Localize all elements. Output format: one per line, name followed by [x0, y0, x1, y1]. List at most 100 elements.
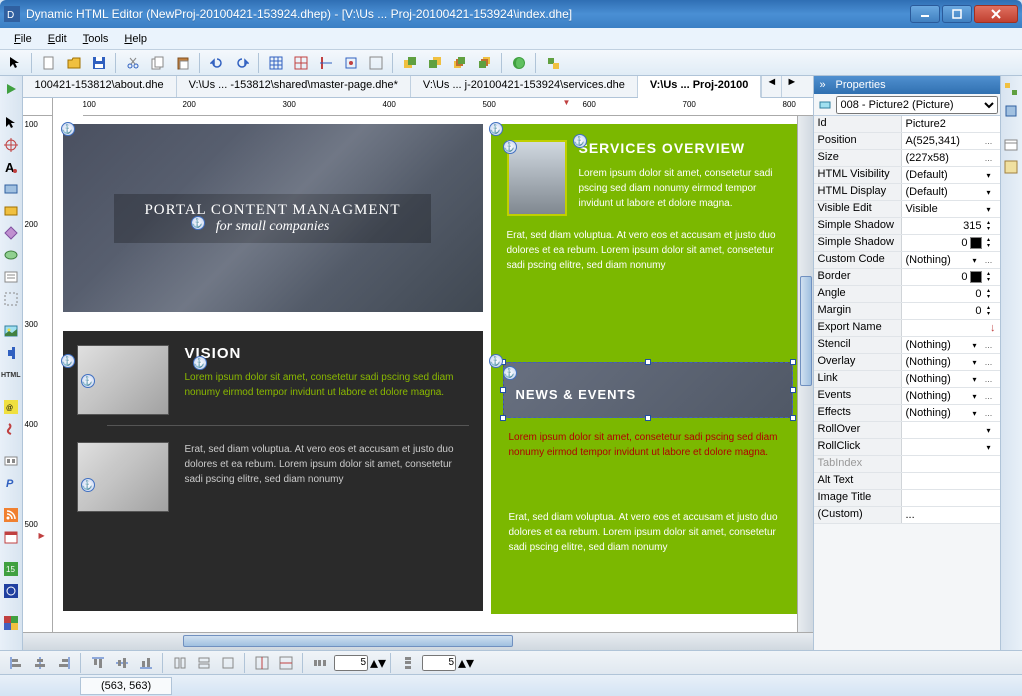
property-value[interactable]: (Nothing)▾...: [902, 354, 1000, 370]
property-value[interactable]: 0▴▾: [902, 235, 1000, 251]
calendar-tool[interactable]: [2, 528, 20, 546]
pointer-tool[interactable]: [4, 52, 26, 74]
services-image[interactable]: [507, 140, 567, 216]
distribute-h-input[interactable]: [334, 655, 368, 671]
property-row[interactable]: PositionA(525,341)...: [814, 133, 1000, 150]
property-value[interactable]: (Default)▾: [902, 184, 1000, 200]
property-value[interactable]: (Default)▾: [902, 167, 1000, 183]
open-button[interactable]: [63, 52, 85, 74]
vision-image-2[interactable]: [77, 442, 169, 512]
target-tool[interactable]: [2, 136, 20, 154]
property-row[interactable]: Margin0▴▾: [814, 303, 1000, 320]
rect-tool[interactable]: [2, 180, 20, 198]
maximize-button[interactable]: [942, 5, 972, 23]
dropdown-icon[interactable]: ▾: [968, 409, 982, 418]
property-row[interactable]: Effects(Nothing)▾...: [814, 405, 1000, 422]
save-button[interactable]: [88, 52, 110, 74]
property-row[interactable]: Simple Shadow315▴▾: [814, 218, 1000, 235]
oval-tool[interactable]: [2, 246, 20, 264]
property-row[interactable]: Stencil(Nothing)▾...: [814, 337, 1000, 354]
property-row[interactable]: Link(Nothing)▾...: [814, 371, 1000, 388]
dropdown-icon[interactable]: ▾: [968, 341, 982, 350]
more-button[interactable]: ...: [982, 153, 996, 163]
anchor-icon[interactable]: ⚓: [61, 122, 75, 136]
property-row[interactable]: RollClick▾: [814, 439, 1000, 456]
object-select[interactable]: 008 - Picture2 (Picture): [836, 96, 998, 114]
property-row[interactable]: HTML Display(Default)▾: [814, 184, 1000, 201]
align-right-button[interactable]: [54, 654, 74, 672]
form-tool[interactable]: [2, 268, 20, 286]
property-row[interactable]: Custom Code(Nothing)▾...: [814, 252, 1000, 269]
anchor-icon[interactable]: ⚓: [573, 134, 587, 148]
audio-tool[interactable]: [2, 344, 20, 362]
nav-tool[interactable]: [2, 582, 20, 600]
v-spin[interactable]: ▴▾: [460, 654, 472, 672]
grid-button[interactable]: [265, 52, 287, 74]
anchor-icon[interactable]: ⚓: [81, 374, 95, 388]
same-size-button[interactable]: [218, 654, 238, 672]
property-value[interactable]: 0▴▾: [902, 286, 1000, 302]
property-value[interactable]: [902, 490, 1000, 506]
color-swatch[interactable]: [970, 237, 982, 249]
minimize-button[interactable]: [910, 5, 940, 23]
resize-handle-se[interactable]: [790, 415, 796, 421]
hero-image-block[interactable]: PORTAL CONTENT MANAGMENT for small compa…: [63, 124, 483, 312]
panel-toggle-3[interactable]: [1002, 136, 1020, 154]
object-prev-button[interactable]: [816, 96, 834, 114]
distribute-h-button[interactable]: [310, 654, 330, 672]
anchor-icon[interactable]: ⚓: [489, 122, 503, 136]
export-button[interactable]: [542, 52, 564, 74]
property-row[interactable]: IdPicture2: [814, 116, 1000, 133]
paste-button[interactable]: [172, 52, 194, 74]
dropdown-icon[interactable]: ▾: [968, 358, 982, 367]
bring-forward-button[interactable]: [399, 52, 421, 74]
tab-services[interactable]: V:\Us ... j-20100421-153924\services.dhe: [411, 76, 638, 97]
more-button[interactable]: ...: [982, 357, 996, 367]
same-width-button[interactable]: [170, 654, 190, 672]
spinner-control[interactable]: ▴▾: [982, 305, 996, 317]
asp-tool[interactable]: @: [2, 398, 20, 416]
anchor-icon[interactable]: ⚓: [489, 354, 503, 368]
tab-scroll-right[interactable]: ►: [781, 76, 801, 97]
property-row[interactable]: RollOver▾: [814, 422, 1000, 439]
menu-help[interactable]: Help: [116, 31, 155, 47]
text-tool[interactable]: A: [2, 158, 20, 176]
slideshow-tool[interactable]: [2, 452, 20, 470]
spinner-control[interactable]: ▴▾: [982, 271, 996, 283]
panel-toggle-2[interactable]: [1002, 102, 1020, 120]
tab-scroll-left[interactable]: ◄: [761, 76, 781, 97]
property-value[interactable]: 0▴▾: [902, 303, 1000, 319]
anchor-icon[interactable]: ⚓: [61, 354, 75, 368]
snap-corner-button[interactable]: [340, 52, 362, 74]
cut-button[interactable]: [122, 52, 144, 74]
tab-index[interactable]: V:\Us ... Proj-20100: [638, 76, 761, 98]
spinner-control[interactable]: ▴▾: [982, 237, 996, 249]
anchor-icon[interactable]: ⚓: [503, 366, 517, 380]
resize-handle-sw[interactable]: [500, 415, 506, 421]
rss-tool[interactable]: [2, 506, 20, 524]
run-icon[interactable]: [2, 80, 20, 98]
h-spin[interactable]: ▴▾: [372, 654, 384, 672]
property-value[interactable]: (Nothing)▾...: [902, 371, 1000, 387]
hscroll-thumb[interactable]: [183, 635, 513, 647]
menu-edit[interactable]: Edit: [40, 31, 75, 47]
undo-button[interactable]: [206, 52, 228, 74]
select-tool[interactable]: [2, 114, 20, 132]
dropdown-icon[interactable]: ▾: [968, 256, 982, 265]
send-backward-button[interactable]: [424, 52, 446, 74]
dropdown-icon[interactable]: ▾: [968, 392, 982, 401]
resize-handle-n[interactable]: [645, 359, 651, 365]
center-page-v-button[interactable]: [276, 654, 296, 672]
property-value[interactable]: 315▴▾: [902, 218, 1000, 234]
property-row[interactable]: Size(227x58)...: [814, 150, 1000, 167]
property-value[interactable]: [902, 456, 1000, 472]
property-row[interactable]: Visible EditVisible▾: [814, 201, 1000, 218]
property-value[interactable]: (Nothing)▾...: [902, 405, 1000, 421]
java-tool[interactable]: [2, 420, 20, 438]
panel-toggle-4[interactable]: [1002, 158, 1020, 176]
dropdown-icon[interactable]: ▾: [982, 426, 996, 435]
dropdown-icon[interactable]: ▾: [982, 205, 996, 214]
styled-rect-tool[interactable]: [2, 202, 20, 220]
center-page-h-button[interactable]: [252, 654, 272, 672]
dropdown-icon[interactable]: ▾: [982, 188, 996, 197]
